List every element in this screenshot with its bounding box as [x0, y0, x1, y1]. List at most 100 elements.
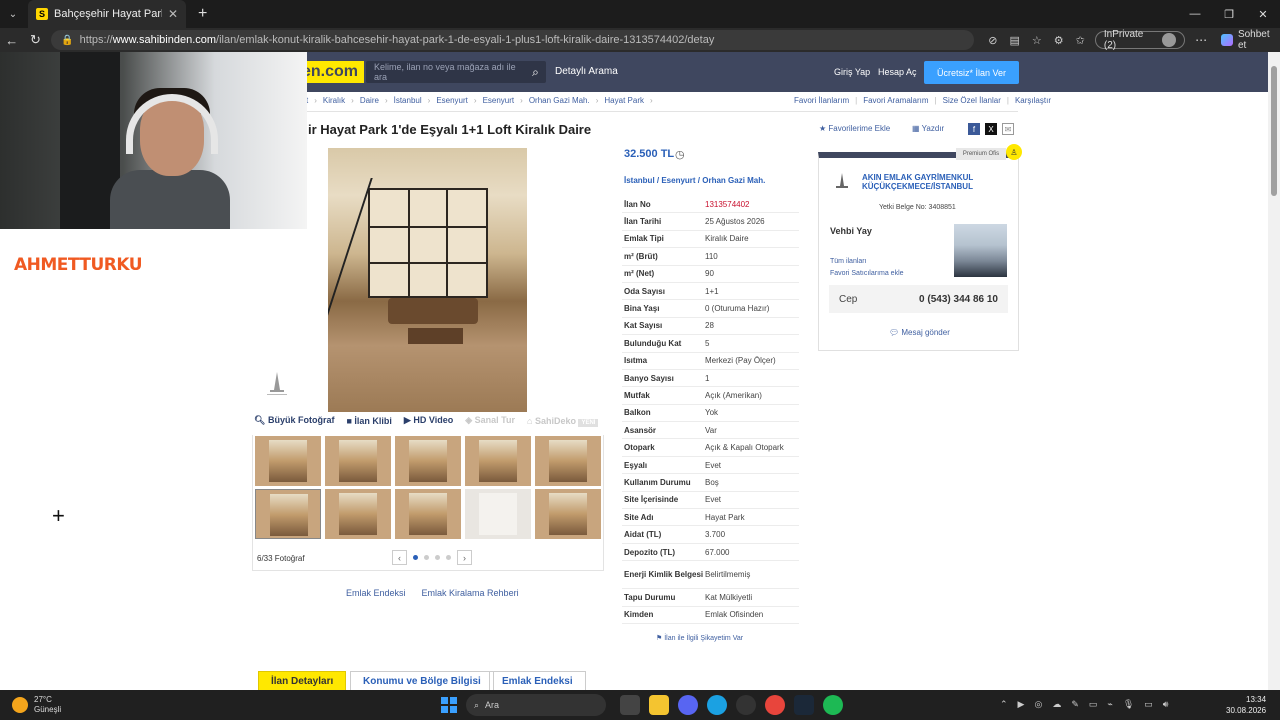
thumbnail[interactable]	[535, 436, 601, 486]
weather-widget[interactable]: 27°C Güneşli	[12, 695, 61, 715]
thumbnail[interactable]	[325, 436, 391, 486]
tray-app-icon[interactable]: ☁	[1052, 699, 1061, 710]
copilot-chat-button[interactable]: Sohbet et	[1221, 29, 1280, 51]
favorite-star-icon[interactable]: ☆	[1032, 34, 1042, 47]
detailed-search-link[interactable]: Detaylı Arama	[555, 66, 618, 77]
refresh-icon[interactable]: ↻	[24, 32, 48, 48]
taskbar-clock[interactable]: 13:34 30.08.2026	[1226, 694, 1266, 716]
favorite-seller-link[interactable]: Favori Satıcılarıma ekle	[830, 270, 904, 277]
tray-app-icon[interactable]: ▶	[1018, 699, 1025, 710]
breadcrumb-item[interactable]: Esenyurt	[436, 96, 468, 105]
big-photo-button[interactable]: 🔍︎ Büyük Fotoğraf	[254, 415, 334, 426]
next-page-icon[interactable]: ›	[457, 550, 472, 565]
phone-number[interactable]: 0 (543) 344 86 10	[919, 294, 998, 305]
close-window-icon[interactable]: ✕	[1246, 8, 1280, 21]
add-favorite-link[interactable]: ★ Favorilerime Ekle	[819, 124, 890, 133]
x-twitter-icon[interactable]: X	[985, 123, 997, 135]
more-icon[interactable]: ⋯	[1195, 33, 1207, 47]
thumbnail[interactable]	[255, 436, 321, 486]
report-link[interactable]: ⚑ İlan ile İlgili Şikayetim Var	[656, 634, 743, 642]
login-link[interactable]: Giriş Yap	[834, 67, 870, 77]
thumbnail[interactable]	[395, 489, 461, 539]
bottom-links: Emlak Endeksi Emlak Kiralama Rehberi	[346, 588, 519, 598]
thumbnail[interactable]	[535, 489, 601, 539]
tray-app-icon[interactable]: ◎	[1034, 699, 1042, 710]
breadcrumb-item[interactable]: Hayat Park	[604, 96, 644, 105]
back-icon[interactable]: ←	[0, 33, 24, 48]
steam-icon[interactable]	[794, 695, 814, 715]
breadcrumb-item[interactable]: Daire	[360, 96, 379, 105]
page-dot[interactable]	[435, 555, 440, 560]
volume-icon[interactable]: 🔊︎	[1163, 699, 1169, 710]
tracking-icon[interactable]: ⊘	[988, 34, 997, 47]
inprivate-badge[interactable]: InPrivate (2)	[1094, 29, 1186, 51]
page-dot[interactable]	[446, 555, 451, 560]
real-estate-index-link[interactable]: Emlak Endeksi	[346, 588, 406, 598]
spotify-icon[interactable]	[823, 695, 843, 715]
special-ads-link[interactable]: Size Özel İlanlar	[943, 96, 1001, 105]
main-listing-photo[interactable]	[328, 148, 527, 412]
maximize-icon[interactable]: ❐	[1212, 8, 1246, 21]
tray-expand-icon[interactable]: ⌃	[1000, 699, 1008, 710]
listing-location[interactable]: İstanbul / Esenyurt / Orhan Gazi Mah.	[624, 176, 765, 185]
thumbnail-selected[interactable]	[255, 489, 321, 539]
rental-guide-link[interactable]: Emlak Kiralama Rehberi	[422, 588, 519, 598]
print-link[interactable]: ▦ Yazdır	[912, 124, 944, 133]
edge-icon[interactable]	[707, 695, 727, 715]
hd-video-button[interactable]: ▶ HD Video	[404, 415, 453, 426]
send-message-link[interactable]: 💬︎ Mesaj gönder	[889, 328, 950, 337]
thumbnail[interactable]	[465, 489, 531, 539]
page-dot[interactable]	[424, 555, 429, 560]
signup-link[interactable]: Hesap Aç	[878, 67, 917, 77]
reader-icon[interactable]: ▤	[1010, 34, 1020, 47]
discord-icon[interactable]	[678, 695, 698, 715]
compare-link[interactable]: Karşılaştır	[1015, 96, 1051, 105]
tray-app-icon[interactable]: ✎	[1071, 699, 1079, 710]
windows-start-icon[interactable]	[441, 697, 457, 713]
taskbar-search[interactable]: ⌕ Ara	[466, 694, 606, 716]
spec-row: Bina Yaşı 0 (Oturuma Hazır)	[622, 300, 799, 318]
task-view-icon[interactable]	[620, 695, 640, 715]
page-dot-active[interactable]	[413, 555, 418, 560]
browser-tab[interactable]: S Bahçeşehir Hayat Park 1'de Eşyalı ✕	[28, 0, 186, 28]
breadcrumb-item[interactable]: Orhan Gazi Mah.	[529, 96, 590, 105]
search-icon[interactable]: ⌕	[525, 65, 546, 80]
agency-name[interactable]: AKIN EMLAK GAYRİMENKUL KÜÇÜKÇEKMECE/İSTA…	[862, 173, 992, 191]
favorites-icon[interactable]: ✩	[1076, 34, 1085, 47]
tab-real-estate-index[interactable]: Emlak Endeksi	[489, 671, 586, 690]
extensions-icon[interactable]: ⚙	[1054, 34, 1064, 47]
favorite-ads-link[interactable]: Favori İlanlarım	[794, 96, 849, 105]
tray-app-icon[interactable]: ▭	[1089, 699, 1098, 710]
tab-list-button[interactable]: ⌄	[0, 0, 26, 28]
thumbnail[interactable]	[465, 436, 531, 486]
favorite-searches-link[interactable]: Favori Aramalarım	[863, 96, 928, 105]
price-history-icon[interactable]: ◷	[675, 148, 685, 161]
ad-clip-button[interactable]: ■ İlan Klibi	[346, 416, 391, 426]
url-field[interactable]: 🔒 https://www.sahibinden.com/ilan/emlak-…	[51, 30, 975, 50]
page-scrollbar[interactable]	[1268, 52, 1280, 690]
thumbnail[interactable]	[395, 436, 461, 486]
free-ad-button[interactable]: Ücretsiz* İlan Ver	[924, 61, 1019, 84]
tab-listing-details[interactable]: İlan Detayları	[258, 671, 347, 690]
network-icon[interactable]: ▭	[1144, 699, 1153, 710]
all-ads-link[interactable]: Tüm ilanları	[830, 258, 867, 265]
prev-page-icon[interactable]: ‹	[392, 550, 407, 565]
breadcrumb-item[interactable]: İstanbul	[394, 96, 422, 105]
breadcrumb-item[interactable]: Esenyurt	[483, 96, 515, 105]
tray-app-icon[interactable]: ⌁	[1107, 699, 1112, 710]
obs-icon[interactable]	[736, 695, 756, 715]
chrome-icon[interactable]	[765, 695, 785, 715]
microphone-icon[interactable]: 🎙︎	[1123, 699, 1134, 710]
tab-location-info[interactable]: Konumu ve Bölge Bilgisi	[350, 671, 494, 690]
site-search-input[interactable]: Kelime, ilan no veya mağaza adı ile ara …	[366, 61, 546, 83]
agency-logo[interactable]	[831, 172, 853, 196]
scrollbar-thumb[interactable]	[1271, 66, 1277, 196]
thumbnail[interactable]	[325, 489, 391, 539]
close-tab-icon[interactable]: ✕	[168, 7, 178, 21]
breadcrumb-item[interactable]: Kiralık	[323, 96, 345, 105]
facebook-icon[interactable]: f	[968, 123, 980, 135]
mail-icon[interactable]: ✉	[1002, 123, 1014, 135]
file-explorer-icon[interactable]	[649, 695, 669, 715]
minimize-icon[interactable]: —	[1178, 8, 1212, 21]
new-tab-button[interactable]: +	[198, 5, 207, 23]
